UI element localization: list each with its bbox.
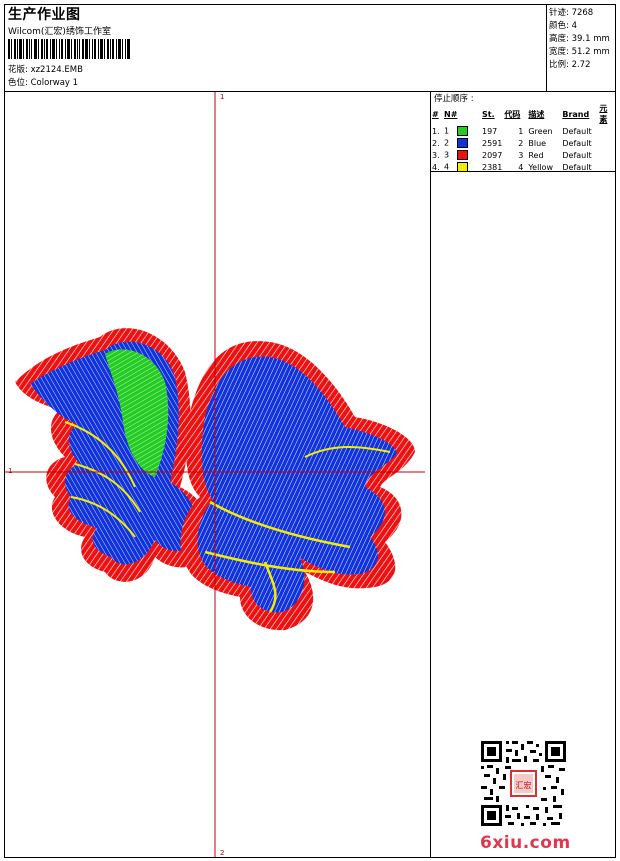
table-header-row: # N# St. 代码 描述 Brand 元素 xyxy=(431,103,616,125)
row-desc: Green xyxy=(528,126,553,136)
axis-label-bottom: 2 xyxy=(220,849,225,857)
qr-seal-text: 汇宏 xyxy=(516,780,532,790)
design-width: 宽度: 51.2 mm xyxy=(549,47,610,57)
row-element xyxy=(598,149,616,161)
row-needle: 3 xyxy=(443,149,481,161)
table-row: 1. 1 197 1 Green Default xyxy=(431,125,616,137)
qr-code: 汇宏 xyxy=(481,741,566,826)
row-brand: Default xyxy=(562,138,592,148)
needle-number: 1 xyxy=(444,126,450,136)
embroidery-preview xyxy=(5,92,425,857)
row-index: 1. xyxy=(432,126,440,136)
row-brand: Default xyxy=(562,126,592,136)
col-desc: 描述 xyxy=(528,109,545,119)
production-sheet: 生产作业图 Wilcom(汇宏)绣饰工作室 花版: xz2124.EMB 色位:… xyxy=(4,4,616,858)
row-code: 1 xyxy=(518,126,524,136)
color-swatch xyxy=(457,126,469,136)
design-height: 高度: 39.1 mm xyxy=(549,34,610,44)
right-motif xyxy=(180,341,415,631)
stitch-count: 针迹: 7268 xyxy=(549,8,594,18)
row-stitches: 2591 xyxy=(482,138,503,148)
design-file: 花版: xz2124.EMB xyxy=(8,65,83,75)
row-element xyxy=(598,125,616,137)
axis-label-left: 1 xyxy=(8,467,13,475)
row-desc: Red xyxy=(528,150,544,160)
table-row: 3. 3 2097 3 Red Default xyxy=(431,149,616,161)
stop-sequence-table: # N# St. 代码 描述 Brand 元素 1. 1 197 1 Green Defa… xyxy=(431,103,616,173)
row-index: 3. xyxy=(432,150,440,160)
col-element: 元素 xyxy=(599,104,608,124)
col-index: # xyxy=(432,109,439,119)
color-swatch xyxy=(457,150,469,160)
axis-label-top: 1 xyxy=(220,93,225,101)
color-swatch xyxy=(457,138,469,148)
col-needle: N# xyxy=(444,109,458,119)
barcode xyxy=(8,39,130,59)
row-element xyxy=(598,137,616,149)
col-code: 代码 xyxy=(504,109,521,119)
colorway: 色位: Colorway 1 xyxy=(8,78,79,88)
row-index: 2. xyxy=(432,138,440,148)
color-count: 颜色: 4 xyxy=(549,21,577,31)
page-title: 生产作业图 xyxy=(8,7,81,23)
row-code: 3 xyxy=(518,150,524,160)
row-needle: 2 xyxy=(443,137,481,149)
design-ratio: 比例: 2.72 xyxy=(549,60,591,70)
stop-sequence-divider xyxy=(431,171,616,172)
company-name: Wilcom(汇宏)绣饰工作室 xyxy=(8,27,111,37)
watermark: 6xiu.com xyxy=(480,833,571,853)
row-stitches: 2097 xyxy=(482,150,503,160)
row-needle: 1 xyxy=(443,125,481,137)
row-brand: Default xyxy=(562,150,592,160)
col-stitches: St. xyxy=(482,109,495,119)
row-code: 2 xyxy=(518,138,524,148)
header-info: 生产作业图 Wilcom(汇宏)绣饰工作室 花版: xz2124.EMB 色位:… xyxy=(5,5,545,91)
stats-panel: 针迹: 7268 颜色: 4 高度: 39.1 mm 宽度: 51.2 mm 比… xyxy=(546,5,616,91)
row-desc: Blue xyxy=(528,138,547,148)
needle-number: 3 xyxy=(444,150,450,160)
col-brand: Brand xyxy=(562,109,590,119)
needle-number: 2 xyxy=(444,138,450,148)
header: 生产作业图 Wilcom(汇宏)绣饰工作室 花版: xz2124.EMB 色位:… xyxy=(5,5,615,92)
table-row: 2. 2 2591 2 Blue Default xyxy=(431,137,616,149)
row-stitches: 197 xyxy=(482,126,498,136)
embroidery-canvas: 1 1 2 xyxy=(5,92,430,857)
